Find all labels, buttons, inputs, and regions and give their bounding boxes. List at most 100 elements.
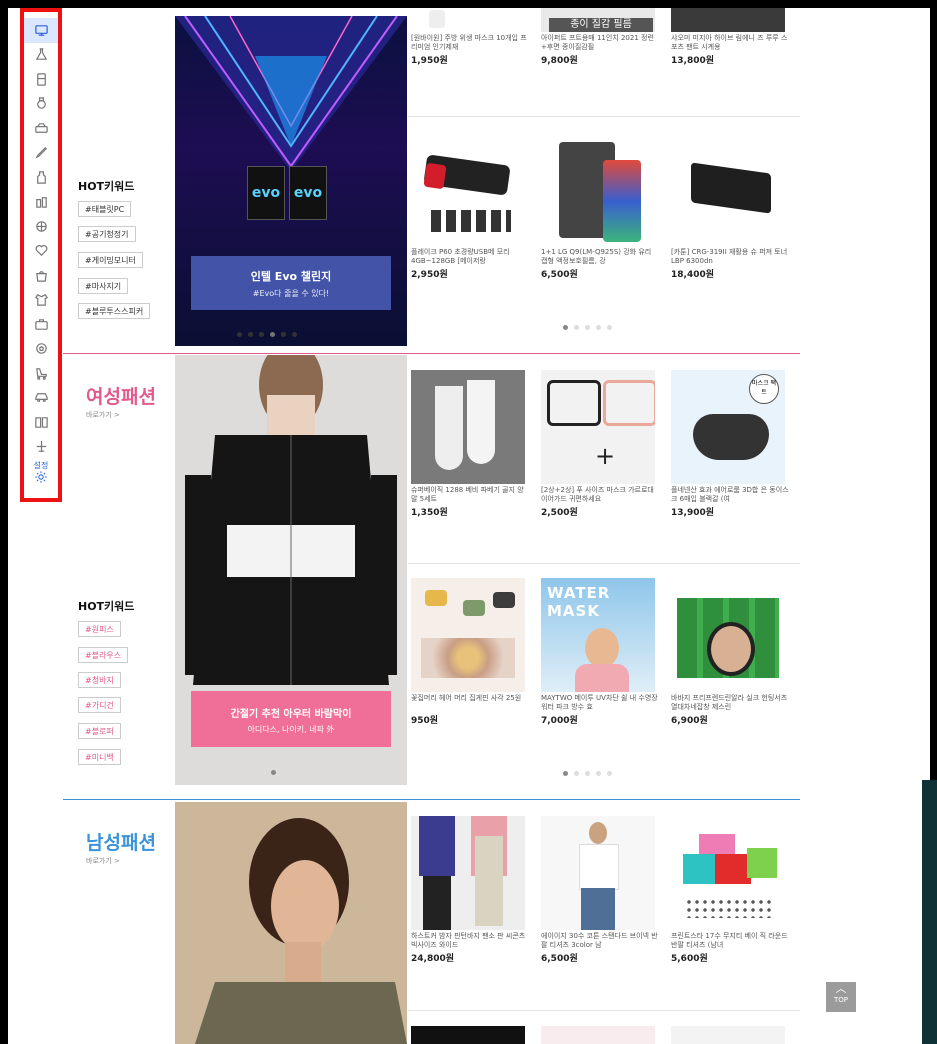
product-pager[interactable] (563, 325, 612, 330)
handbag-icon[interactable] (24, 263, 58, 288)
category-title[interactable]: 여성패션 (86, 382, 156, 409)
product-image[interactable] (671, 1026, 785, 1044)
pager-dot-active[interactable] (271, 770, 276, 775)
product-card[interactable]: 하스트커 밤자 핀턴바지 팬소 판 씨콘츠 빅사이즈 와이드 24,800원 (411, 816, 529, 964)
settings-button[interactable]: 설정 (24, 461, 58, 484)
category-title[interactable]: 남성패션 (86, 828, 156, 855)
product-name[interactable]: 아이퍼트 프트용매 11인치 2021 정련+후면 종이질감필 (541, 34, 659, 52)
product-image[interactable]: + (541, 370, 655, 484)
airplane-icon[interactable] (24, 435, 58, 460)
product-card[interactable]: 1+1 LG Q9(LM-Q925S) 강화 유리 캡형 액정보호필름, 강 6… (541, 132, 659, 280)
product-name[interactable]: [2상+2상] 푸 사이즈 마스크 가르로대 이어가드 귀편하세요 (541, 486, 659, 504)
bottle-icon[interactable] (24, 165, 58, 190)
product-card[interactable]: 플레이크 P60 초경량USB메 모리 4GB~128GB [메이저랑 2,95… (411, 132, 529, 280)
pager-dot[interactable] (281, 332, 286, 337)
product-image[interactable] (411, 816, 525, 930)
product-image[interactable] (411, 370, 525, 484)
baby-clothes-icon[interactable] (24, 288, 58, 313)
keyword-tag[interactable]: #블루투스스피커 (78, 303, 151, 319)
pager-dot-active[interactable] (563, 771, 568, 776)
keyword-tag[interactable]: #가디건 (78, 697, 121, 713)
product-card[interactable]: 프린트스타 17수 무지티 베이 직 라운드 반팔 티셔츠 (남녀 5,600원 (671, 816, 789, 964)
product-image[interactable] (671, 578, 785, 692)
keyword-tag[interactable]: #청바지 (78, 672, 121, 688)
keyword-tag[interactable]: #태블릿PC (78, 201, 132, 217)
category-more-link[interactable]: 바로가기 > (86, 410, 120, 420)
product-image[interactable]: 마스크 팩트 (671, 370, 785, 484)
product-image[interactable] (541, 1026, 655, 1044)
product-name[interactable]: MAYTWO 메이투 UV차단 쉴 내 수영장 워터 파크 방수 효 (541, 694, 659, 712)
pager-dot[interactable] (304, 770, 309, 775)
soccer-icon[interactable] (24, 337, 58, 362)
ball-icon[interactable] (24, 214, 58, 239)
product-image[interactable]: 종이 질감 필름 (541, 8, 655, 32)
product-name[interactable]: 플레이크 P60 초경량USB메 모리 4GB~128GB [메이저랑 (411, 248, 529, 266)
pager-dot[interactable] (596, 325, 601, 330)
product-card[interactable]: WATER MASK MAYTWO 메이투 UV차단 쉴 내 수영장 워터 파크… (541, 578, 659, 726)
pager-dot[interactable] (574, 325, 579, 330)
car2-icon[interactable] (24, 386, 58, 411)
fridge-icon[interactable] (24, 67, 58, 92)
banner-caption[interactable]: 간절기 추천 아우터 바람막이 아디다스, 나이키, 네파 外 (191, 691, 391, 747)
product-card[interactable]: 마스크 팩트 플네넨산 효과 에어로룸 3D합 은 동이스크 6매입 블랙갈 (… (671, 370, 789, 518)
monitor-icon[interactable] (24, 18, 58, 43)
pager-dot-active[interactable] (563, 325, 568, 330)
pager-dot[interactable] (585, 771, 590, 776)
product-card[interactable]: [카툰] CRG-319II 재활용 슈 퍼져 토너 LBP 6300dn 18… (671, 132, 789, 280)
keyword-tag[interactable]: #블로퍼 (78, 723, 121, 739)
product-image[interactable] (541, 816, 655, 930)
product-name[interactable]: 플네넨산 효과 에어로룸 3D합 은 동이스크 6매입 블랙갈 (여 (671, 486, 789, 504)
pager-dot[interactable] (574, 771, 579, 776)
product-image[interactable] (411, 132, 525, 246)
pager-dot[interactable] (237, 332, 242, 337)
product-image[interactable] (671, 8, 785, 32)
product-name[interactable]: 꽃집머리 헤어 머리 집게핀 사각 25원 (411, 694, 529, 712)
toolbox-icon[interactable] (24, 312, 58, 337)
pager-dot[interactable] (248, 332, 253, 337)
product-name[interactable]: 바바지 프리프렌드린알라 실크 헌팅서츠 열대차네잡창 제스린 (671, 694, 789, 712)
flask-icon[interactable] (24, 43, 58, 68)
product-image[interactable]: WATER MASK (541, 578, 655, 692)
keyword-tag[interactable]: #블라우스 (78, 647, 129, 663)
product-name[interactable]: 1+1 LG Q9(LM-Q925S) 강화 유리 캡형 액정보호필름, 강 (541, 248, 659, 266)
product-name[interactable]: 슈퍼베이직 1288 베비 파베기 골지 양말 5세트 (411, 486, 529, 504)
book-icon[interactable] (24, 410, 58, 435)
product-card[interactable]: 종이 질감 필름 아이퍼트 프트용매 11인치 2021 정련+후면 종이질감필… (541, 8, 659, 66)
watch-icon[interactable] (24, 92, 58, 117)
stroller-icon[interactable] (24, 361, 58, 386)
product-card[interactable]: 슈퍼베이직 1288 베비 파베기 골지 양말 5세트 1,350원 (411, 370, 529, 518)
product-image[interactable] (541, 132, 655, 246)
product-name[interactable]: 하스트커 밤자 핀턴바지 팬소 판 씨콘츠 빅사이즈 와이드 (411, 932, 529, 950)
keyword-tag[interactable]: #공기청정기 (78, 226, 136, 242)
pager-dot[interactable] (282, 770, 287, 775)
product-image[interactable] (411, 578, 525, 692)
pager-dot[interactable] (260, 770, 265, 775)
product-image[interactable] (671, 132, 785, 246)
banner-pager[interactable] (237, 332, 297, 337)
keyword-tag[interactable]: #게이밍모니터 (78, 252, 143, 268)
keyword-tag[interactable]: #마사지기 (78, 278, 129, 294)
pencil-icon[interactable] (24, 141, 58, 166)
product-name[interactable]: 프린트스타 17수 무지티 베이 직 라운드 반팔 티셔츠 (남녀 (671, 932, 789, 950)
keyword-tag[interactable]: #미니백 (78, 749, 121, 765)
product-name[interactable]: 에이이지 30수 코튼 스탠다드 브이넥 반팔 티셔츠 3color 남 (541, 932, 659, 950)
product-image[interactable] (411, 8, 525, 32)
product-card[interactable]: [원바이원] 주방 위생 마스크 10개입 프리미엄 인기제재 1,950원 (411, 8, 529, 66)
product-image[interactable] (671, 816, 785, 930)
product-pager[interactable] (563, 771, 612, 776)
cosmetics-icon[interactable] (24, 190, 58, 215)
pager-dot[interactable] (607, 771, 612, 776)
women-outer-banner[interactable]: 간절기 추천 아우터 바람막이 아디다스, 나이키, 네파 外 (175, 355, 407, 785)
pager-dot[interactable] (292, 332, 297, 337)
scroll-top-button[interactable]: ︿ TOP (826, 982, 856, 1012)
product-card[interactable]: 샤오미 미지아 하이브 림에니 즈 루루 스포츠 팬트 시계용 13,800원 (671, 8, 789, 66)
pager-dot[interactable] (585, 325, 590, 330)
product-card[interactable]: 바바지 프리프렌드린알라 실크 헌팅서츠 열대차네잡창 제스린 6,900원 (671, 578, 789, 726)
pager-dot[interactable] (596, 771, 601, 776)
pager-dot[interactable] (293, 770, 298, 775)
pager-dot[interactable] (259, 332, 264, 337)
banner-caption[interactable]: 인텔 Evo 챌린지 #Evo다 줄을 수 있다! (191, 256, 391, 310)
banner-pager[interactable] (249, 770, 309, 775)
pager-dot-active[interactable] (270, 332, 275, 337)
product-card[interactable]: 꽃집머리 헤어 머리 집게핀 사각 25원 950원 (411, 578, 529, 726)
